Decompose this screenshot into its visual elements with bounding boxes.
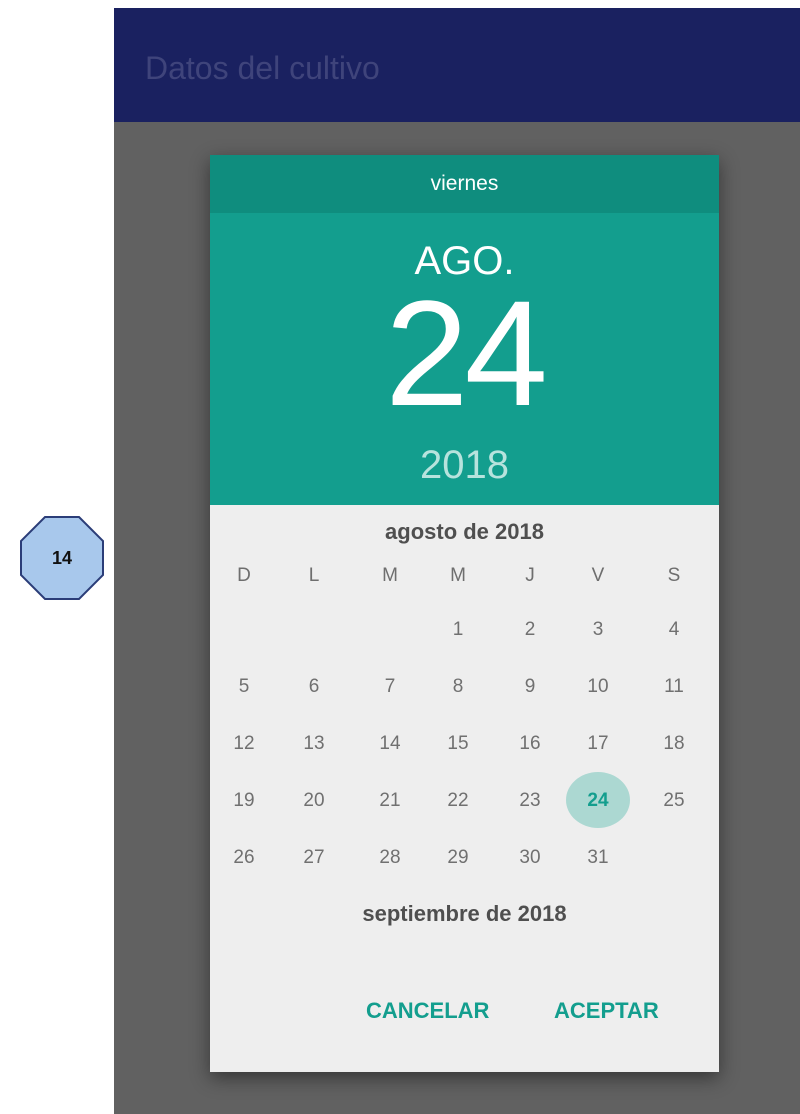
calendar-day-selected[interactable]: 24	[578, 790, 618, 812]
calendar-day[interactable]: 31	[578, 847, 618, 869]
next-month-title: septiembre de 2018	[362, 901, 567, 926]
calendar-day[interactable]: 3	[578, 619, 618, 641]
calendar-day[interactable]: 18	[654, 733, 694, 755]
calendar-day[interactable]: 9	[510, 676, 550, 698]
calendar-day[interactable]: 13	[294, 733, 334, 755]
calendar-day[interactable]: 6	[294, 676, 334, 698]
cancel-button[interactable]: CANCELAR	[366, 998, 489, 1024]
calendar-day[interactable]: 4	[654, 619, 694, 641]
calendar-day[interactable]: 11	[654, 676, 694, 698]
calendar-day[interactable]: 16	[510, 733, 550, 755]
accept-button[interactable]: ACEPTAR	[554, 998, 659, 1024]
calendar-day[interactable]: 25	[654, 790, 694, 812]
calendar-day[interactable]: 15	[438, 733, 478, 755]
step-marker: 14	[18, 514, 106, 602]
calendar-day[interactable]: 23	[510, 790, 550, 812]
calendar-day[interactable]: 2	[510, 619, 550, 641]
calendar-days-grid: 1 2 3 4 5 6 7 8 9 10 11 12 13 14 15 16 17 18 19 20 21 22 23 24 2…	[210, 155, 719, 1072]
calendar-day[interactable]: 21	[370, 790, 410, 812]
calendar-day[interactable]: 1	[438, 619, 478, 641]
calendar-day[interactable]: 7	[370, 676, 410, 698]
date-picker-dialog: viernes AGO. 24 2018 agosto de 2018 D L …	[210, 155, 719, 1072]
calendar-day[interactable]: 5	[224, 676, 264, 698]
calendar-day[interactable]: 26	[224, 847, 264, 869]
app-title: Datos del cultivo	[145, 50, 380, 86]
calendar-day[interactable]: 20	[294, 790, 334, 812]
calendar-day[interactable]: 22	[438, 790, 478, 812]
calendar-day[interactable]: 14	[370, 733, 410, 755]
calendar-day[interactable]: 28	[370, 847, 410, 869]
app-bar: Datos del cultivo	[114, 8, 800, 122]
calendar-day[interactable]: 17	[578, 733, 618, 755]
calendar-day[interactable]: 30	[510, 847, 550, 869]
step-marker-label: 14	[51, 547, 73, 568]
calendar-day[interactable]: 10	[578, 676, 618, 698]
calendar-day[interactable]: 29	[438, 847, 478, 869]
calendar-day[interactable]: 8	[438, 676, 478, 698]
calendar-day[interactable]: 12	[224, 733, 264, 755]
calendar-day[interactable]: 27	[294, 847, 334, 869]
calendar-day[interactable]: 19	[224, 790, 264, 812]
